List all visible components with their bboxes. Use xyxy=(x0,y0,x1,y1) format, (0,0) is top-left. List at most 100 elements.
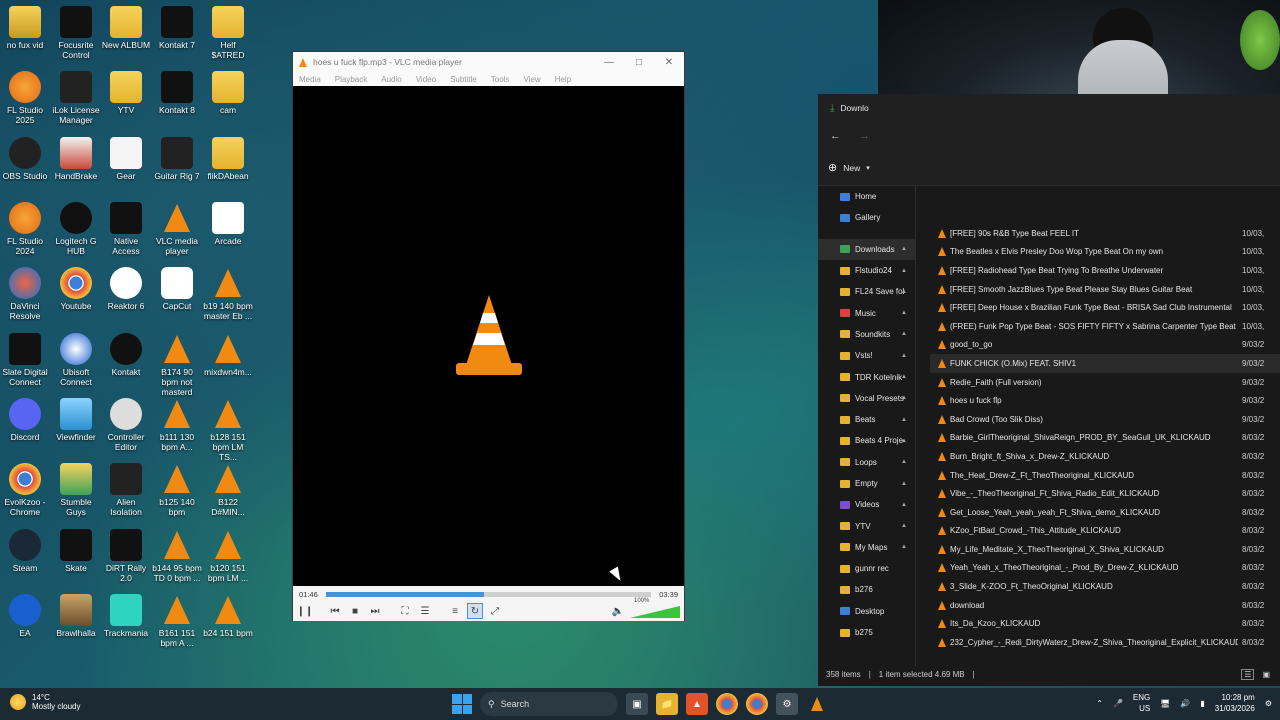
sidebar-item[interactable]: gunnr rec xyxy=(818,558,915,579)
desktop-icon[interactable]: Trackmania xyxy=(101,594,151,638)
language-indicator[interactable]: ENG US xyxy=(1133,692,1150,714)
desktop-icon[interactable]: Gear xyxy=(101,137,151,181)
desktop-icon[interactable]: Native Access xyxy=(101,202,151,256)
sidebar-item[interactable]: Loops ▲ xyxy=(818,452,915,473)
pause-icon[interactable]: ❙❙ xyxy=(297,603,314,619)
menu-audio[interactable]: Audio xyxy=(381,75,401,84)
desktop-icon[interactable]: FL Studio 2024 xyxy=(0,202,50,256)
seek-bar[interactable] xyxy=(325,591,652,597)
file-row[interactable]: Yeah_Yeah_x_TheoTheoriginal_-_Prod_By_Dr… xyxy=(930,559,1280,578)
volume-slider[interactable]: 100% xyxy=(630,598,680,618)
sidebar-item[interactable]: FL24 Save fol ▲ xyxy=(818,281,915,302)
extended-settings-icon[interactable]: ☰ xyxy=(417,603,433,619)
vlc-video-area[interactable] xyxy=(293,86,684,586)
playlist-icon[interactable]: ≡ xyxy=(447,603,463,619)
desktop-icon[interactable]: B161 151 bpm A ... xyxy=(152,594,202,648)
network-icon[interactable]: 🖥 xyxy=(1160,699,1170,708)
menu-view[interactable]: View xyxy=(523,75,540,84)
forward-arrow-icon[interactable]: → xyxy=(859,130,870,142)
desktop-icon[interactable]: Stumble Guys xyxy=(51,463,101,517)
next-icon[interactable]: ⏭ xyxy=(367,603,383,619)
file-row[interactable]: (FREE) Funk Pop Type Beat - SOS FIFTY FI… xyxy=(930,317,1280,336)
sidebar-item[interactable]: Home xyxy=(818,186,915,207)
menu-help[interactable]: Help xyxy=(555,75,571,84)
sidebar-item[interactable]: Gallery xyxy=(818,207,915,228)
sidebar-item[interactable]: Vocal Presets ▲ xyxy=(818,388,915,409)
menu-media[interactable]: Media xyxy=(299,75,321,84)
desktop-icon[interactable]: Reaktor 6 xyxy=(101,267,151,311)
desktop-icon[interactable]: b24 151 bpm xyxy=(203,594,253,638)
desktop-icon[interactable]: flikDAbean xyxy=(203,137,253,181)
sidebar-item[interactable]: b275 xyxy=(818,622,915,643)
desktop-icon[interactable]: Skate xyxy=(51,529,101,573)
file-row[interactable]: FUNK CHICK (O.Mix) FEAT. SHIV1 9/03/2 xyxy=(930,354,1280,373)
file-explorer-icon[interactable]: 📁 xyxy=(656,693,678,715)
desktop-icon[interactable]: cam xyxy=(203,71,253,115)
close-icon[interactable]: ✕ xyxy=(654,57,684,68)
file-row[interactable]: The_Heat_Drew-Z_Ft_TheoTheoriginal_KLICK… xyxy=(930,466,1280,485)
file-row[interactable]: Barbie_GirlTheoriginal_ShivaReign_PROD_B… xyxy=(930,429,1280,448)
desktop-icon[interactable]: Discord xyxy=(0,398,50,442)
sidebar-item[interactable]: Desktop xyxy=(818,601,915,622)
maximize-icon[interactable]: □ xyxy=(624,57,654,68)
desktop-icon[interactable]: b128 151 bpm LM TS... xyxy=(203,398,253,462)
desktop-icon[interactable]: OBS Studio xyxy=(0,137,50,181)
desktop-icon[interactable]: Controller Editor xyxy=(101,398,151,452)
desktop-icon[interactable]: FL Studio 2025 xyxy=(0,71,50,125)
desktop-icon[interactable]: Arcade xyxy=(203,202,253,246)
menu-video[interactable]: Video xyxy=(416,75,436,84)
file-row[interactable]: 232_Cypher_-_Redi_DirtyWaterz_Drew-Z_Shi… xyxy=(930,633,1280,652)
file-row[interactable]: [FREE] Radiohead Type Beat Trying To Bre… xyxy=(930,261,1280,280)
sidebar-item[interactable]: Empty ▲ xyxy=(818,473,915,494)
desktop-icon[interactable]: Guitar Rig 7 xyxy=(152,137,202,181)
menu-playback[interactable]: Playback xyxy=(335,75,367,84)
desktop-icon[interactable]: Youtube xyxy=(51,267,101,311)
file-row[interactable]: Its_Da_Kzoo_KLICKAUD 8/03/2 xyxy=(930,614,1280,633)
desktop-icon[interactable]: Brawlhalla xyxy=(51,594,101,638)
desktop-icon[interactable]: b125 140 bpm xyxy=(152,463,202,517)
sidebar-item[interactable]: Downloads ▲ xyxy=(818,238,915,260)
desktop-icon[interactable]: Logitech G HUB xyxy=(51,202,101,256)
file-row[interactable]: My_Life_Meditate_X_TheoTheoriginal_X_Shi… xyxy=(930,540,1280,559)
desktop-icon[interactable]: b19 140 bpm master Eb ... xyxy=(203,267,253,321)
notification-icon[interactable]: ⚙ xyxy=(1265,699,1272,708)
desktop-icon[interactable]: YTV xyxy=(101,71,151,115)
desktop-icon[interactable]: Alien Isolation xyxy=(101,463,151,517)
file-row[interactable]: KZoo_FtBad_Crowd_-This_Attitude_KLICKAUD… xyxy=(930,522,1280,541)
desktop-icon[interactable]: DaVinci Resolve xyxy=(0,267,50,321)
desktop-icon[interactable]: Kontakt 7 xyxy=(152,6,202,50)
brave-icon[interactable]: ▲ xyxy=(686,693,708,715)
battery-icon[interactable]: ▮ xyxy=(1200,699,1204,708)
chrome-profile-icon[interactable] xyxy=(746,693,768,715)
windows-start-icon[interactable] xyxy=(452,694,472,714)
desktop-icon[interactable]: EA xyxy=(0,594,50,638)
file-explorer-window[interactable]: ⤓ Downlo ← → ⊕ New ▾ Home Gallery Download… xyxy=(818,94,1280,686)
tiles-view-icon[interactable]: ▣ xyxy=(1262,670,1280,679)
file-row[interactable]: [FREE] 90s R&B Type Beat FEEL IT 10/03, xyxy=(930,224,1280,243)
desktop-icon[interactable]: b111 130 bpm A... xyxy=(152,398,202,452)
vlc-titlebar[interactable]: hoes u fuck flp.mp3 - VLC media player —… xyxy=(293,52,684,72)
desktop-icon[interactable]: Steam xyxy=(0,529,50,573)
new-button[interactable]: New xyxy=(843,163,860,173)
explorer-tab[interactable]: ⤓ Downlo xyxy=(818,94,1280,122)
desktop-icon[interactable]: mixdwn4m... xyxy=(203,333,253,377)
sidebar-item[interactable]: YTV ▲ xyxy=(818,515,915,536)
microphone-icon[interactable]: 🎤 xyxy=(1113,699,1123,708)
shuffle-icon[interactable]: ⤢ xyxy=(487,603,503,619)
desktop-icon[interactable]: Slate Digital Connect xyxy=(0,333,50,387)
sidebar-item[interactable]: b276 xyxy=(818,579,915,600)
stop-icon[interactable]: ■ xyxy=(347,603,363,619)
file-row[interactable]: Burn_Bright_ft_Shiva_x_Drew-Z_KLICKAUD 8/… xyxy=(930,447,1280,466)
desktop-icon[interactable]: B174 90 bpm not masterd xyxy=(152,333,202,397)
task-view-icon[interactable]: ▣ xyxy=(626,693,648,715)
file-row[interactable]: good_to_go 9/03/2 xyxy=(930,336,1280,355)
desktop-icon[interactable]: EvolKzoo - Chrome xyxy=(0,463,50,517)
file-row[interactable]: hoes u fuck flp 9/03/2 xyxy=(930,391,1280,410)
menu-tools[interactable]: Tools xyxy=(491,75,510,84)
desktop-icon[interactable]: iLok License Manager xyxy=(51,71,101,125)
vlc-taskbar-icon[interactable] xyxy=(806,693,828,715)
desktop-icon[interactable]: no fux vid xyxy=(0,6,50,50)
sidebar-item[interactable]: Videos ▲ xyxy=(818,494,915,515)
desktop-icon[interactable]: Ubisoft Connect xyxy=(51,333,101,387)
vlc-window[interactable]: hoes u fuck flp.mp3 - VLC media player —… xyxy=(292,51,685,621)
